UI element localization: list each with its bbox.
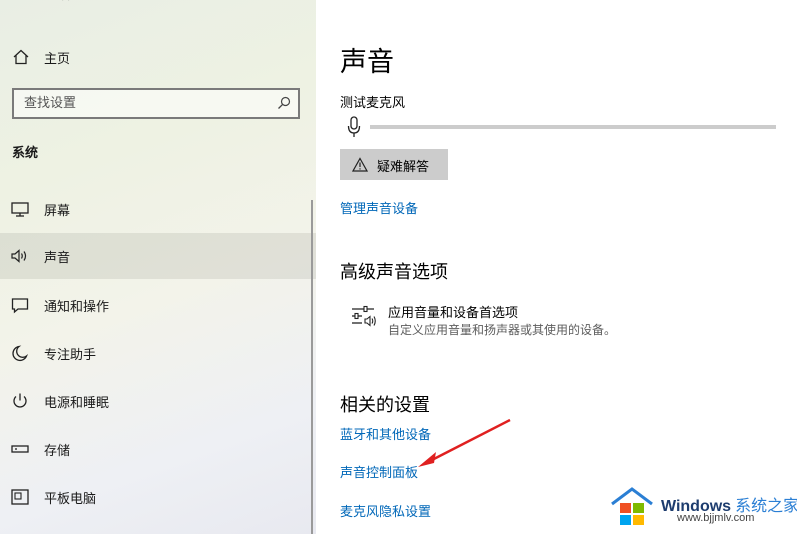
home-icon bbox=[13, 49, 29, 65]
sidebar-item-label: 存储 bbox=[44, 444, 71, 459]
mic-privacy-settings-link[interactable]: 麦克风隐私设置 bbox=[340, 501, 431, 520]
page-title: 声音 bbox=[340, 47, 394, 78]
mic-test-label: 测试麦克风 bbox=[340, 96, 406, 111]
sidebar-item-label: 声音 bbox=[44, 251, 71, 266]
advanced-sound-heading: 高级声音选项 bbox=[340, 262, 448, 283]
manage-sound-devices-link[interactable]: 管理声音设备 bbox=[340, 198, 418, 217]
sidebar-item-label: 主页 bbox=[44, 52, 71, 67]
speaker-icon bbox=[11, 249, 27, 263]
section-title: 系统 bbox=[12, 146, 39, 161]
title-bar: ‹ 设置 bbox=[0, 0, 316, 8]
sound-control-panel-link[interactable]: 声音控制面板 bbox=[340, 462, 418, 481]
sidebar-item-focus-assist[interactable]: 专注助手 bbox=[0, 330, 316, 376]
sidebar-item-display[interactable]: 屏幕 bbox=[0, 186, 316, 232]
related-settings-heading: 相关的设置 bbox=[340, 395, 430, 416]
troubleshoot-label: 疑难解答 bbox=[377, 160, 430, 175]
microphone-icon bbox=[347, 116, 361, 137]
sidebar: ‹ 设置 主页 系统 屏幕 声音 bbox=[0, 0, 316, 534]
watermark: Windows 系统之家 www.bjjmlv.com bbox=[605, 484, 797, 530]
tablet-icon bbox=[11, 489, 29, 505]
sidebar-item-label: 通知和操作 bbox=[44, 300, 110, 315]
windows-house-logo-icon bbox=[611, 487, 653, 525]
monitor-icon bbox=[11, 202, 29, 217]
sidebar-item-label: 专注助手 bbox=[44, 348, 97, 363]
sidebar-item-tablet[interactable]: 平板电脑 bbox=[0, 474, 316, 520]
sidebar-item-label: 平板电脑 bbox=[44, 492, 97, 507]
sidebar-item-storage[interactable]: 存储 bbox=[0, 426, 316, 472]
search-box[interactable] bbox=[12, 88, 300, 119]
sidebar-item-label: 屏幕 bbox=[44, 204, 71, 219]
power-icon bbox=[13, 393, 27, 408]
watermark-url: www.bjjmlv.com bbox=[677, 512, 755, 524]
troubleshoot-button[interactable]: 疑难解答 bbox=[340, 149, 448, 180]
app-title: 设置 bbox=[58, 0, 82, 2]
storage-icon bbox=[11, 445, 29, 453]
sidebar-item-power[interactable]: 电源和睡眠 bbox=[0, 378, 316, 424]
warning-icon bbox=[352, 157, 368, 172]
sliders-speaker-icon bbox=[352, 305, 376, 327]
sidebar-item-notifications[interactable]: 通知和操作 bbox=[0, 282, 316, 328]
app-volume-description: 自定义应用音量和扬声器或其使用的设备。 bbox=[388, 323, 617, 337]
app-volume-preferences-item[interactable]: 应用音量和设备首选项 自定义应用音量和扬声器或其使用的设备。 bbox=[340, 296, 780, 340]
sidebar-item-home[interactable]: 主页 bbox=[0, 44, 316, 70]
mic-level-meter bbox=[370, 125, 776, 129]
moon-icon bbox=[12, 345, 28, 362]
notification-icon bbox=[11, 298, 29, 314]
back-arrow-icon[interactable]: ‹ bbox=[10, 0, 16, 3]
search-input[interactable] bbox=[14, 90, 298, 117]
sidebar-item-label: 电源和睡眠 bbox=[44, 396, 110, 411]
sidebar-scrollbar[interactable] bbox=[311, 200, 313, 534]
sidebar-item-sound[interactable]: 声音 bbox=[0, 233, 316, 279]
annotation-arrow-icon bbox=[418, 418, 511, 467]
content-pane: 声音 测试麦克风 疑难解答 管理声音设备 高级声音选项 应用音量和设备首选项 自… bbox=[316, 0, 797, 534]
app-volume-title: 应用音量和设备首选项 bbox=[388, 306, 519, 321]
search-icon[interactable] bbox=[277, 96, 291, 110]
